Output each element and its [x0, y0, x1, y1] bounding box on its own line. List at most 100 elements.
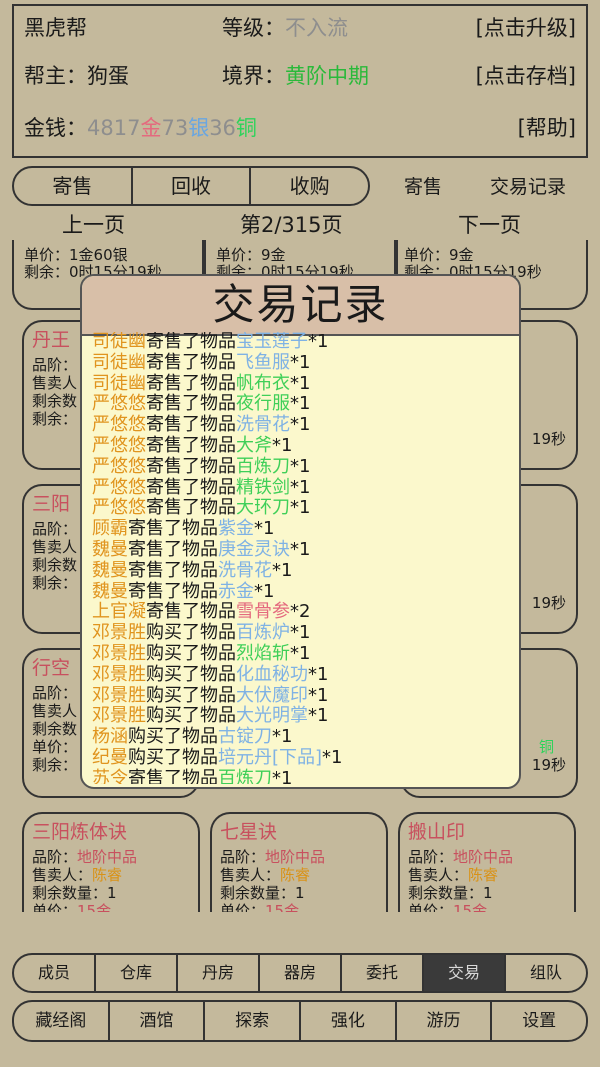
realm-value: 黄阶中期 [285, 64, 369, 88]
card-qty-value: 1 [483, 884, 493, 902]
record-item-name: 百炼刀 [236, 455, 290, 477]
record-item-name: 烈焰斩 [236, 642, 290, 664]
record-player-name: 司徒幽 [92, 372, 146, 394]
record-action: 寄售了物品 [146, 414, 236, 436]
silver-amount: 73 [161, 116, 189, 140]
trade-record-row: 严悠悠寄售了物品百炼刀*1 [92, 455, 513, 478]
card-qty-value: 1 [295, 884, 305, 902]
market-card-bottom-middle[interactable]: 七星诀 品阶：地阶中品 售卖人：陈睿 剩余数量：1 单价：15金 [210, 812, 388, 912]
nav-button-4[interactable]: 游历 [397, 1002, 493, 1040]
nav-tab-3[interactable]: 器房 [260, 955, 342, 991]
card-qty-label: 剩余数量： [408, 884, 484, 902]
record-item-name: 大伏魔印 [236, 684, 308, 706]
nav-tab-5[interactable]: 交易 [424, 955, 506, 991]
record-action: 购买了物品 [146, 684, 236, 706]
nav-button-5[interactable]: 设置 [492, 1002, 586, 1040]
record-item-name: 大斧 [236, 434, 272, 456]
record-count: *1 [290, 538, 311, 560]
nav-tab-4[interactable]: 委托 [342, 955, 424, 991]
card-qty-label: 剩余数量： [220, 884, 296, 902]
nav-bar-primary: 成员 仓库 丹房 器房 委托 交易 组队 [12, 953, 588, 993]
tab-consign[interactable]: 寄售 [404, 172, 442, 199]
card-seller-label: 售卖人： [32, 866, 93, 884]
trade-records-modal[interactable]: 交易记录 司徒幽寄售了物品宝玉莲子*1 司徒幽寄售了物品飞鱼服*1 司徒幽寄售了物品… [80, 274, 521, 789]
card-grade-label: 品阶： [220, 848, 266, 866]
card-price-fragment: 单价：9金 [216, 246, 286, 264]
gold-amount: 4817 [87, 116, 141, 140]
record-player-name: 纪曼 [92, 746, 128, 768]
record-action: 寄售了物品 [146, 601, 236, 623]
record-action: 寄售了物品 [146, 455, 236, 477]
trade-record-row: 邓景胜购买了物品烈焰斩*1 [92, 642, 513, 665]
info-row-3: 金钱：4817金73银36铜 [帮助] [24, 112, 576, 142]
segment-consign[interactable]: 寄售 [14, 168, 133, 204]
nav-button-0[interactable]: 藏经阁 [14, 1002, 110, 1040]
record-count: *1 [254, 518, 275, 540]
record-item-name: 飞鱼服 [236, 351, 290, 373]
info-row-2: 帮主：狗蛋 境界：黄阶中期 [点击存档] [24, 60, 576, 90]
nav-tab-2[interactable]: 丹房 [178, 955, 260, 991]
record-player-name: 司徒幽 [92, 332, 146, 352]
next-page-button[interactable]: 下一页 [458, 209, 521, 239]
market-card-bottom-right[interactable]: 搬山印 品阶：地阶中品 售卖人：陈睿 剩余数量：1 单价：15金 [398, 812, 576, 912]
record-count: *1 [308, 705, 329, 727]
money-label: 金钱： [24, 116, 87, 140]
record-player-name: 邓景胜 [92, 622, 146, 644]
gang-info-panel: 黑虎帮 等级：不入流 [点击升级] 帮主：狗蛋 境界：黄阶中期 [点击存档] 金… [12, 4, 588, 158]
card-item-name: 三阳炼体诀 [32, 821, 128, 843]
nav-button-2[interactable]: 探索 [205, 1002, 302, 1040]
info-row-1: 黑虎帮 等级：不入流 [点击升级] [24, 12, 576, 42]
trade-records-list[interactable]: 司徒幽寄售了物品宝玉莲子*1 司徒幽寄售了物品飞鱼服*1 司徒幽寄售了物品帆布衣*1… [92, 332, 513, 784]
nav-tab-6[interactable]: 组队 [506, 955, 586, 991]
record-action: 寄售了物品 [128, 580, 218, 602]
nav-button-1[interactable]: 酒馆 [110, 1002, 206, 1040]
tab-trade-records[interactable]: 交易记录 [490, 172, 566, 199]
record-count: *1 [272, 434, 293, 456]
prev-page-button[interactable]: 上一页 [62, 209, 125, 239]
record-player-name: 魏曼 [92, 580, 128, 602]
card-seller: 售卖人：陈睿 [220, 866, 386, 884]
card-price-label: 单价： [32, 902, 78, 912]
segment-recycle[interactable]: 回收 [133, 168, 252, 204]
save-button[interactable]: [点击存档] [476, 60, 576, 90]
card-qty-value: 1 [107, 884, 117, 902]
card-grade-value: 地阶中品 [77, 848, 138, 866]
trade-record-row: 严悠悠寄售了物品精铁剑*1 [92, 477, 513, 499]
record-item-name: 大环刀 [236, 497, 290, 519]
card-time-fragment: 19秒 [531, 430, 566, 448]
record-count: *1 [290, 351, 311, 373]
record-action: 寄售了物品 [128, 767, 218, 784]
card-grade-label: 品阶： [32, 848, 78, 866]
record-count: *1 [308, 684, 329, 706]
card-time-fragment: 19秒 [531, 594, 566, 612]
record-player-name: 魏曼 [92, 538, 128, 560]
nav-button-3[interactable]: 强化 [301, 1002, 397, 1040]
record-item-name: 化血秘功 [236, 663, 308, 685]
leader-name: 狗蛋 [87, 64, 129, 88]
record-player-name: 邓景胜 [92, 684, 146, 706]
record-item-name: 古锭刀 [218, 726, 272, 748]
upgrade-button[interactable]: [点击升级] [476, 12, 576, 42]
record-player-name: 上官凝 [92, 601, 146, 623]
nav-tab-0[interactable]: 成员 [14, 955, 96, 991]
trade-record-row: 司徒幽寄售了物品飞鱼服*1 [92, 351, 513, 374]
market-segment-control: 寄售 回收 收购 [12, 166, 370, 206]
card-grade-value: 地阶中品 [453, 848, 514, 866]
copper-amount: 36 [209, 116, 236, 140]
trade-record-row: 严悠悠寄售了物品大斧*1 [92, 434, 513, 457]
card-price: 单价：15金 [32, 902, 198, 912]
level-label: 等级： [222, 16, 285, 40]
trade-record-row: 严悠悠寄售了物品大环刀*1 [92, 497, 513, 519]
record-count: *1 [272, 767, 293, 784]
segment-purchase[interactable]: 收购 [251, 168, 368, 204]
market-card-bottom-left[interactable]: 三阳炼体诀 品阶：地阶中品 售卖人：陈睿 剩余数量：1 单价：15金 [22, 812, 200, 912]
nav-bar-secondary: 藏经阁 酒馆 探索 强化 游历 设置 [12, 1000, 588, 1042]
trade-record-row: 邓景胜购买了物品大伏魔印*1 [92, 684, 513, 707]
record-count: *1 [290, 393, 311, 415]
card-price-fragment: 单价：1金60银 [24, 246, 128, 264]
card-grade: 品阶：地阶中品 [408, 848, 574, 866]
page-indicator: 第2/315页 [240, 213, 343, 237]
nav-tab-1[interactable]: 仓库 [96, 955, 178, 991]
help-button[interactable]: [帮助] [518, 112, 576, 142]
record-item-name: 培元丹[下品] [218, 746, 323, 768]
